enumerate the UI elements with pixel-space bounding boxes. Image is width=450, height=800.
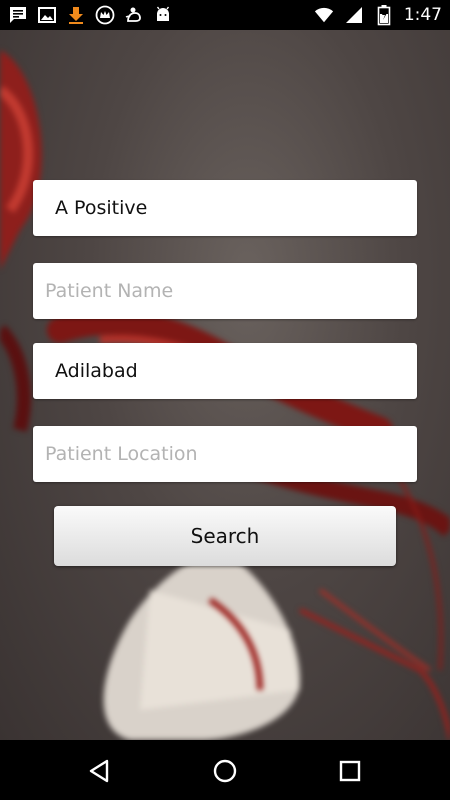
crown-icon [95, 5, 115, 25]
city-select[interactable]: Adilabad [33, 343, 417, 399]
screen: 1:47 A Positive Adilabad [0, 0, 450, 800]
image-icon [37, 5, 57, 25]
back-icon[interactable] [87, 758, 113, 784]
search-form: A Positive Adilabad Search [0, 30, 450, 740]
message-icon [8, 5, 28, 25]
city-value: Adilabad [55, 360, 138, 382]
android-icon [153, 5, 173, 25]
patient-location-field[interactable] [33, 426, 417, 482]
blood-group-value: A Positive [55, 197, 148, 219]
home-icon[interactable] [212, 758, 238, 784]
search-button[interactable]: Search [54, 506, 396, 566]
search-button-label: Search [190, 524, 260, 548]
blood-group-select[interactable]: A Positive [33, 180, 417, 236]
patient-name-input[interactable] [33, 263, 417, 319]
clock-time: 1:47 [403, 5, 442, 25]
signal-icon [344, 5, 364, 25]
battery-icon [374, 5, 394, 26]
system-icons: 1:47 [314, 5, 442, 26]
uc-browser-icon [124, 5, 144, 25]
download-icon [66, 5, 86, 25]
notification-icons [8, 5, 173, 25]
patient-name-field[interactable] [33, 263, 417, 319]
recents-icon[interactable] [337, 758, 363, 784]
patient-location-input[interactable] [33, 426, 417, 482]
status-bar: 1:47 [0, 0, 450, 30]
navigation-bar [0, 740, 450, 800]
wifi-icon [314, 5, 334, 25]
